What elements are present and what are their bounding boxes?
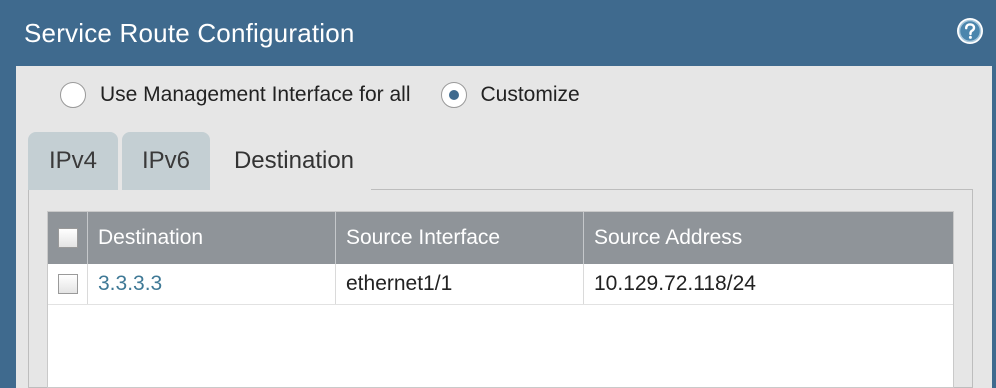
use-management-interface-radio[interactable] [60,82,86,108]
select-all-header [48,212,88,264]
service-route-dialog: Service Route Configuration Use Manageme… [0,0,996,388]
use-management-interface-label[interactable]: Use Management Interface for all [100,83,411,107]
row-checkbox[interactable] [57,274,78,294]
dialog-body: Use Management Interface for all Customi… [16,66,992,388]
destination-table: Destination Source Interface Source Addr… [47,211,954,388]
routing-mode-radio-group: Use Management Interface for all Customi… [60,82,580,108]
column-header-source-address[interactable]: Source Address [584,212,953,264]
row-select-cell [48,264,88,304]
tab-destination[interactable]: Destination [214,132,374,190]
destination-cell: 3.3.3.3 [88,264,336,304]
select-all-checkbox[interactable] [57,228,78,248]
radio-selected-dot [448,90,459,100]
table-body: 3.3.3.3 ethernet1/1 10.129.72.118/24 [48,264,953,305]
tab-ipv6[interactable]: IPv6 [122,132,210,190]
customize-radio[interactable] [440,82,467,108]
tab-ipv4[interactable]: IPv4 [28,132,118,190]
tab-bar: IPv4 IPv6 Destination [28,132,378,190]
help-icon[interactable] [956,17,984,45]
destination-link[interactable]: 3.3.3.3 [98,272,162,296]
dialog-title: Service Route Configuration [24,18,355,48]
table-header: Destination Source Interface Source Addr… [48,212,953,264]
table-row: 3.3.3.3 ethernet1/1 10.129.72.118/24 [48,264,953,305]
column-header-source-interface[interactable]: Source Interface [336,212,584,264]
column-header-destination[interactable]: Destination [88,212,336,264]
dialog-titlebar: Service Route Configuration [0,0,996,66]
customize-label[interactable]: Customize [481,83,580,107]
source-interface-cell: ethernet1/1 [336,264,584,304]
source-address-cell: 10.129.72.118/24 [594,272,756,295]
